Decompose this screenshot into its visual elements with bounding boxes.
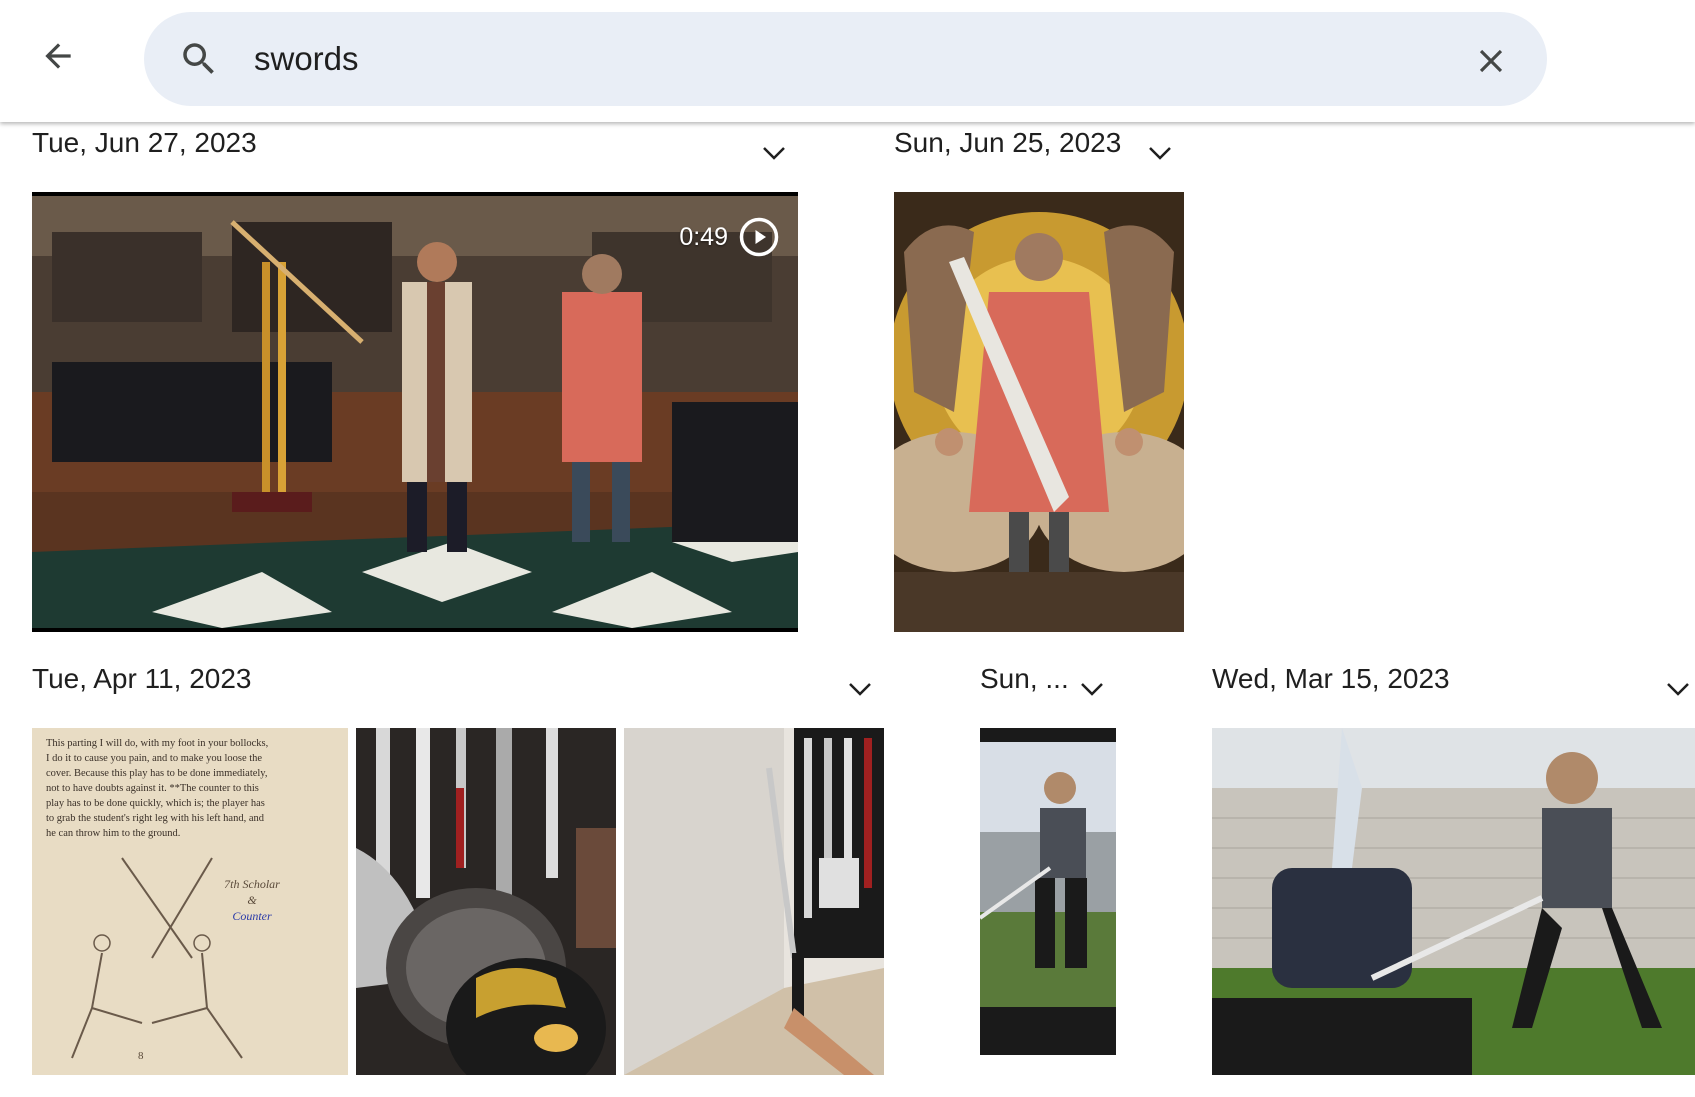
photo-thumbnail[interactable] [1212, 728, 1695, 1075]
manuscript-text: This parting I will do, with my foot in … [46, 736, 338, 841]
page-mark: 8 [138, 1050, 144, 1062]
close-icon [1479, 49, 1503, 73]
video-duration: 0:49 [679, 216, 780, 258]
duration-text: 0:49 [679, 222, 728, 251]
play-icon [739, 217, 779, 257]
photo-thumbnail[interactable] [894, 192, 1184, 632]
text-line: I do it to cause you pain, and to make y… [46, 753, 263, 764]
text-line: play has to be done quickly, which is; t… [46, 798, 265, 809]
fencers-drawing [71, 857, 243, 1059]
text-line: cover. Because this play has to be done … [46, 768, 268, 779]
back-button[interactable] [30, 28, 86, 84]
search-box[interactable] [144, 12, 1547, 106]
top-app-bar [0, 0, 1695, 122]
group-date: Sun, Jun 25, 2023 [894, 127, 1122, 158]
clear-search-button[interactable] [1466, 36, 1516, 86]
photo-thumbnail[interactable] [980, 728, 1116, 1055]
photo-thumbnail[interactable] [624, 728, 884, 1075]
chevron-down-icon[interactable] [1077, 674, 1107, 704]
chevron-down-icon[interactable] [1145, 138, 1175, 168]
text-line: not to have doubts against it. **The cou… [46, 783, 259, 794]
photo-thumbnail[interactable]: This parting I will do, with my foot in … [32, 728, 348, 1075]
text-line: he can throw him to the ground. [46, 828, 181, 839]
arrow-back-icon [45, 43, 71, 69]
photo-image [624, 728, 884, 1075]
search-input[interactable] [254, 32, 1454, 86]
photo-image [1212, 728, 1695, 1075]
screenshot-image [980, 728, 1116, 1055]
search-results: Tue, Jun 27, 2023 0:49 Sun, Jun 25, 2023… [0, 122, 1695, 1097]
group-date: Tue, Apr 11, 2023 [32, 663, 252, 694]
photo-image [894, 192, 1184, 632]
chevron-down-icon[interactable] [759, 138, 789, 168]
photo-thumbnail[interactable] [356, 728, 616, 1075]
group-date: Wed, Mar 15, 2023 [1212, 663, 1450, 694]
photo-image [356, 728, 616, 1075]
search-icon [183, 43, 214, 74]
video-frame [32, 192, 798, 632]
text-line: to grab the student's right leg with his… [46, 813, 264, 824]
text-line: This parting I will do, with my foot in … [46, 738, 269, 749]
chevron-down-icon[interactable] [1663, 674, 1693, 704]
chevron-down-icon[interactable] [845, 674, 875, 704]
group-date: Tue, Jun 27, 2023 [32, 127, 257, 158]
video-thumbnail[interactable]: 0:49 [32, 192, 798, 632]
group-date: Sun, ... [980, 663, 1069, 694]
